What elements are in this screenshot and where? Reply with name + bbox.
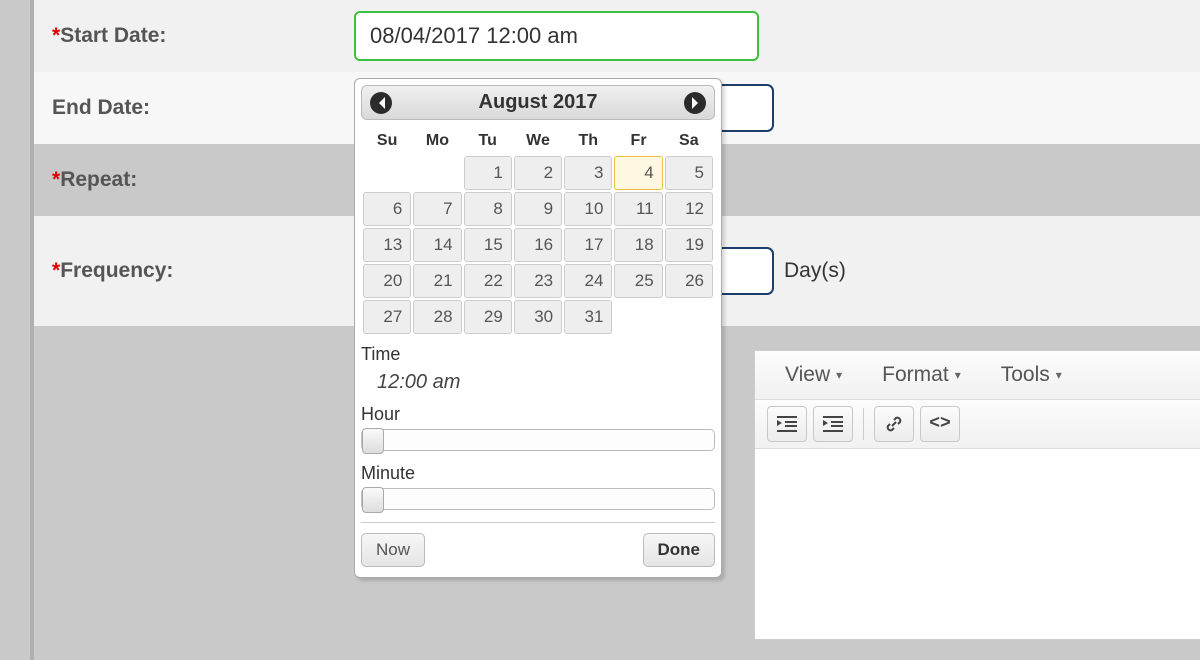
required-marker: * (52, 259, 60, 282)
minute-slider-label: Minute (361, 463, 715, 484)
calendar-grid: SuMoTuWeThFrSa 1234567891011121314151617… (361, 126, 715, 336)
hour-slider-label: Hour (361, 404, 715, 425)
done-button[interactable]: Done (643, 533, 716, 567)
calendar-day[interactable]: 11 (614, 192, 662, 226)
calendar-day[interactable]: 19 (665, 228, 713, 262)
dow-header: We (514, 128, 562, 154)
calendar-day[interactable]: 2 (514, 156, 562, 190)
dow-header: Sa (665, 128, 713, 154)
now-button[interactable]: Now (361, 533, 425, 567)
calendar-day[interactable]: 6 (363, 192, 411, 226)
dow-header: Fr (614, 128, 662, 154)
rich-text-editor: View▾ Format▾ Tools▾ <> (754, 350, 1200, 640)
label-text: Frequency: (60, 259, 173, 282)
label-end-date: End Date: (34, 96, 354, 120)
calendar-day[interactable]: 12 (665, 192, 713, 226)
source-code-button[interactable]: <> (920, 406, 960, 442)
end-date-input-stub[interactable] (716, 84, 774, 132)
label-text: End Date: (52, 96, 150, 119)
calendar-day[interactable]: 22 (464, 264, 512, 298)
next-month-button[interactable] (684, 92, 706, 114)
minute-slider[interactable] (361, 488, 715, 510)
time-section-label: Time (361, 344, 715, 365)
menu-tools[interactable]: Tools▾ (1001, 363, 1062, 387)
calendar-day[interactable]: 21 (413, 264, 461, 298)
calendar-day[interactable]: 31 (564, 300, 612, 334)
calendar-day[interactable]: 7 (413, 192, 461, 226)
calendar-empty-cell (665, 300, 713, 334)
calendar-day[interactable]: 27 (363, 300, 411, 334)
calendar-day[interactable]: 16 (514, 228, 562, 262)
dow-header: Mo (413, 128, 461, 154)
toolbar-separator (863, 408, 864, 440)
calendar-day[interactable]: 8 (464, 192, 512, 226)
calendar-day[interactable]: 30 (514, 300, 562, 334)
required-marker: * (52, 168, 60, 191)
label-frequency: *Frequency: (34, 259, 354, 283)
label-text: Repeat: (60, 168, 137, 191)
calendar-day[interactable]: 26 (665, 264, 713, 298)
calendar-empty-cell (363, 156, 411, 190)
selected-time-value: 12:00 am (377, 371, 715, 394)
indent-button[interactable] (813, 406, 853, 442)
calendar-day[interactable]: 23 (514, 264, 562, 298)
calendar-day[interactable]: 5 (665, 156, 713, 190)
chevron-down-icon: ▾ (1056, 368, 1062, 382)
dow-header: Th (564, 128, 612, 154)
calendar-day[interactable]: 13 (363, 228, 411, 262)
calendar-day[interactable]: 18 (614, 228, 662, 262)
calendar-empty-cell (413, 156, 461, 190)
hour-slider-handle[interactable] (362, 428, 384, 454)
frequency-input[interactable] (716, 247, 774, 295)
menu-view[interactable]: View▾ (785, 363, 842, 387)
form-page: *Start Date: End Date: *Repeat: *Frequen… (30, 0, 1200, 660)
indent-icon (823, 416, 843, 432)
link-button[interactable] (874, 406, 914, 442)
label-text: Start Date: (60, 24, 166, 47)
datepicker-popup: August 2017 SuMoTuWeThFrSa 1234567891011… (354, 78, 722, 578)
row-start-date: *Start Date: (34, 0, 1200, 72)
calendar-day[interactable]: 29 (464, 300, 512, 334)
required-marker: * (52, 24, 60, 47)
outdent-button[interactable] (767, 406, 807, 442)
calendar-day[interactable]: 4 (614, 156, 662, 190)
dow-header: Tu (464, 128, 512, 154)
calendar-day[interactable]: 25 (614, 264, 662, 298)
calendar-day[interactable]: 20 (363, 264, 411, 298)
label-repeat: *Repeat: (34, 168, 354, 192)
outdent-icon (777, 416, 797, 432)
dow-header: Su (363, 128, 411, 154)
calendar-day[interactable]: 1 (464, 156, 512, 190)
editor-menubar: View▾ Format▾ Tools▾ (755, 351, 1200, 400)
prev-month-button[interactable] (370, 92, 392, 114)
chevron-down-icon: ▾ (836, 368, 842, 382)
editor-toolbar: <> (755, 400, 1200, 449)
datepicker-header: August 2017 (361, 85, 715, 120)
calendar-day[interactable]: 28 (413, 300, 461, 334)
calendar-empty-cell (614, 300, 662, 334)
calendar-day[interactable]: 10 (564, 192, 612, 226)
calendar-day[interactable]: 17 (564, 228, 612, 262)
calendar-day[interactable]: 9 (514, 192, 562, 226)
calendar-day[interactable]: 14 (413, 228, 461, 262)
label-start-date: *Start Date: (34, 24, 354, 48)
calendar-day[interactable]: 15 (464, 228, 512, 262)
calendar-day[interactable]: 3 (564, 156, 612, 190)
divider (361, 522, 715, 523)
datepicker-title: August 2017 (479, 91, 598, 114)
hour-slider[interactable] (361, 429, 715, 451)
link-icon (884, 414, 904, 434)
calendar-day[interactable]: 24 (564, 264, 612, 298)
menu-format[interactable]: Format▾ (882, 363, 961, 387)
chevron-down-icon: ▾ (955, 368, 961, 382)
start-date-input[interactable] (354, 11, 759, 61)
source-code-icon: <> (929, 414, 951, 434)
frequency-unit: Day(s) (784, 259, 846, 283)
minute-slider-handle[interactable] (362, 487, 384, 513)
editor-body[interactable] (755, 449, 1200, 639)
